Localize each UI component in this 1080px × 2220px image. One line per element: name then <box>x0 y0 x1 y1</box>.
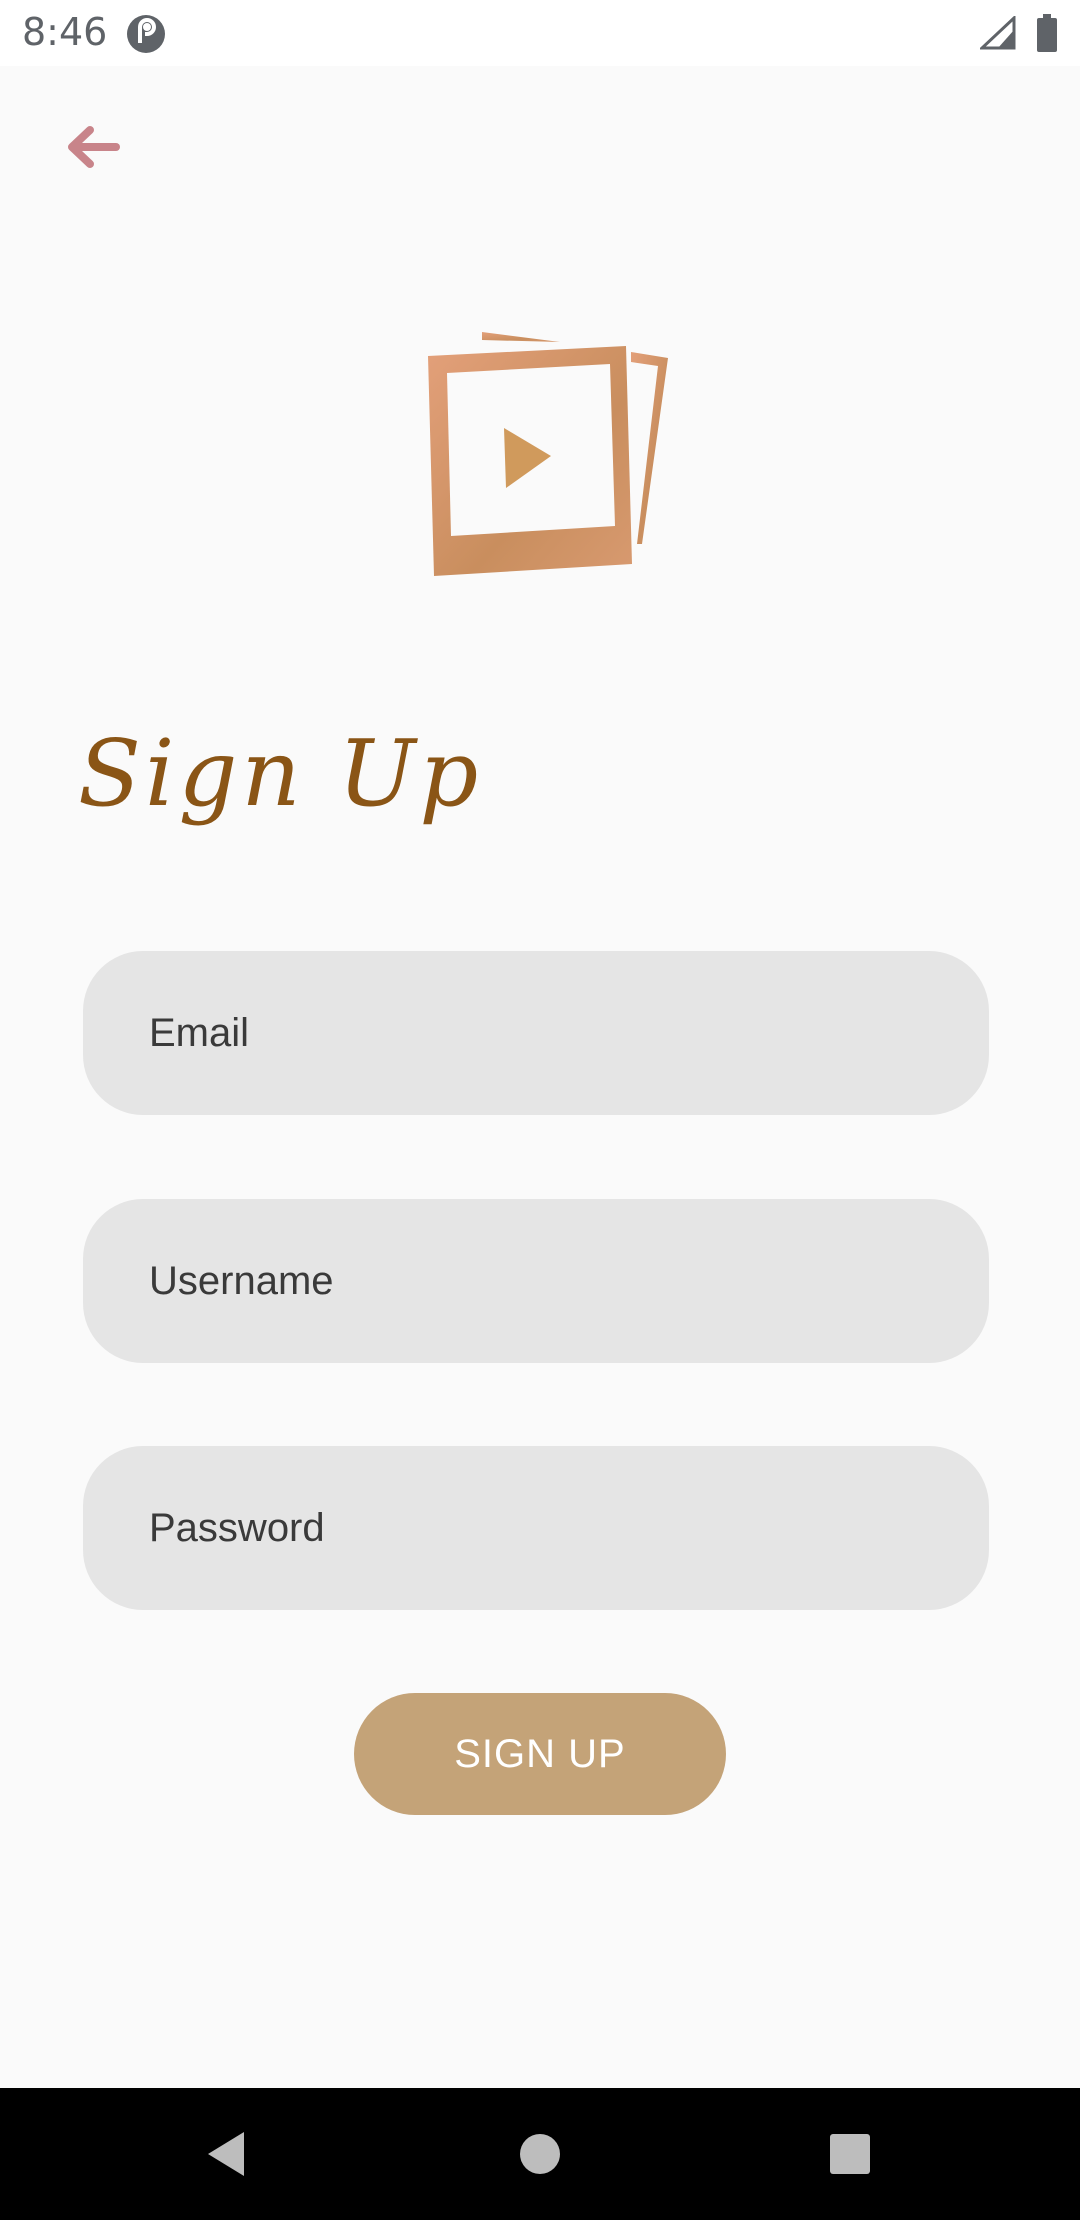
username-field[interactable] <box>83 1199 989 1363</box>
status-bar: 8:46 <box>0 0 1080 66</box>
password-field[interactable] <box>83 1446 989 1610</box>
sign-up-button[interactable]: SIGN UP <box>354 1693 726 1815</box>
pocket-casts-icon <box>127 15 165 53</box>
page-title: Sign Up <box>78 720 483 827</box>
back-arrow-icon[interactable] <box>60 116 124 180</box>
email-field[interactable] <box>83 951 989 1115</box>
circle-home-icon[interactable] <box>518 2132 562 2176</box>
square-recents-icon[interactable] <box>828 2132 872 2176</box>
triangle-back-icon[interactable] <box>204 2128 248 2180</box>
status-time: 8:46 <box>22 10 108 54</box>
battery-icon <box>1037 14 1057 52</box>
photo-play-logo <box>428 332 668 576</box>
cell-signal-icon <box>980 16 1016 50</box>
signup-screen: 8:46 Sign Up Email Username SIGN UP <box>0 0 1080 2220</box>
